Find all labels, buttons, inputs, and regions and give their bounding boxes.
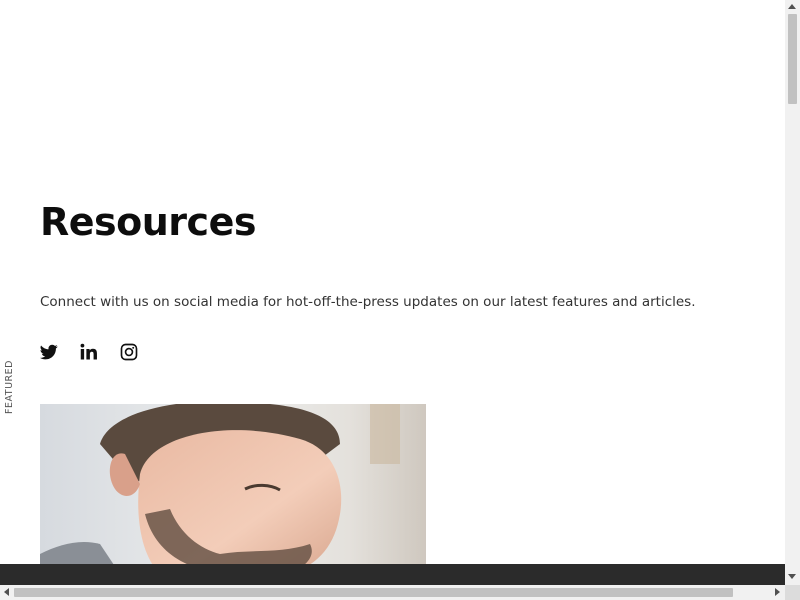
page-title: Resources: [40, 200, 256, 244]
scrollbar-corner: [785, 585, 800, 600]
social-links: [40, 343, 138, 361]
scroll-left-arrow-icon[interactable]: [4, 588, 9, 596]
scroll-up-arrow-icon[interactable]: [788, 4, 796, 9]
featured-article-image[interactable]: [40, 404, 426, 574]
linkedin-icon: [80, 343, 97, 360]
intro-text: Connect with us on social media for hot-…: [40, 294, 696, 310]
horizontal-scrollbar[interactable]: [0, 585, 785, 600]
twitter-link[interactable]: [40, 343, 58, 361]
bottom-bar: [0, 564, 785, 585]
man-photo: [40, 404, 426, 574]
linkedin-link[interactable]: [80, 343, 98, 361]
twitter-icon: [40, 344, 58, 360]
instagram-link[interactable]: [120, 343, 138, 361]
instagram-icon: [120, 343, 138, 361]
vertical-scroll-thumb[interactable]: [788, 14, 797, 104]
page-viewport: Resources Connect with us on social medi…: [0, 0, 785, 585]
vertical-scrollbar[interactable]: [785, 0, 800, 585]
featured-label: FEATURED: [4, 360, 15, 414]
scroll-down-arrow-icon[interactable]: [788, 574, 796, 579]
horizontal-scroll-thumb[interactable]: [14, 588, 733, 597]
scroll-right-arrow-icon[interactable]: [775, 588, 780, 596]
